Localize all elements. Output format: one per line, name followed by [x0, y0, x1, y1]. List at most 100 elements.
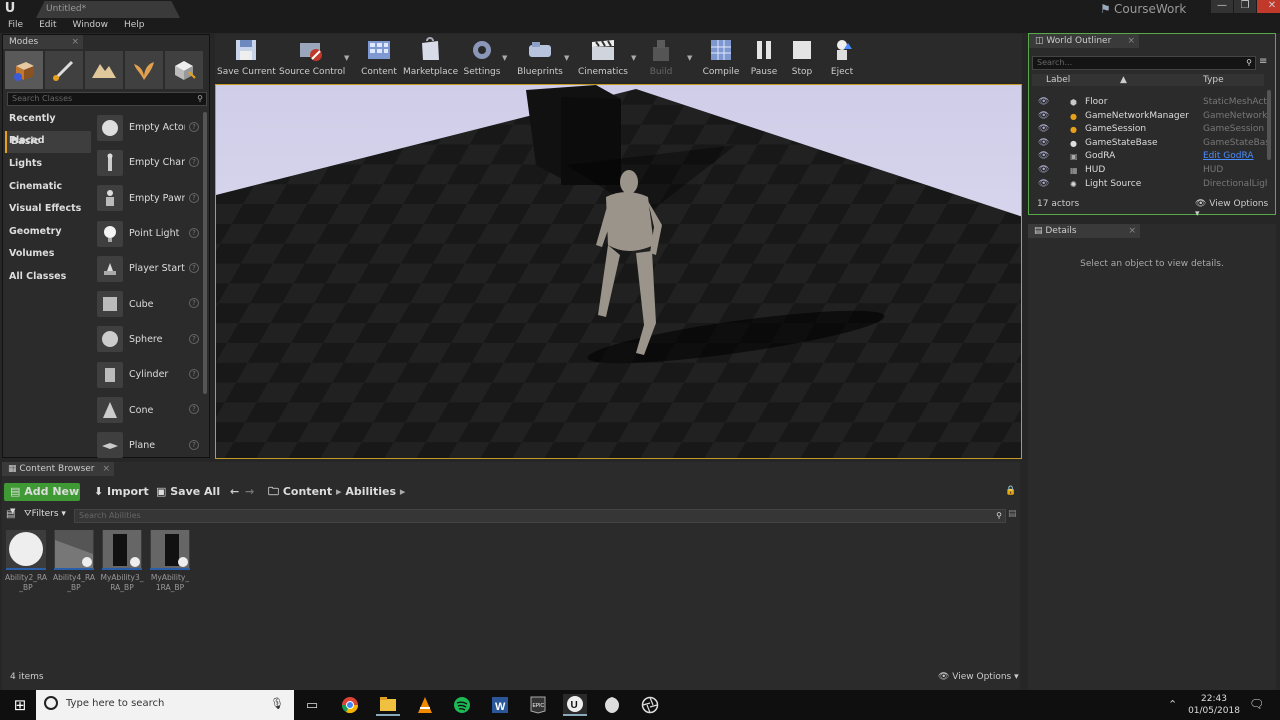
- eye-icon[interactable]: 👁: [1038, 178, 1049, 192]
- pause-button[interactable]: Pause: [747, 36, 781, 80]
- category-lights[interactable]: Lights: [5, 153, 91, 176]
- foliage-mode-icon[interactable]: [125, 51, 163, 89]
- blueprints-button[interactable]: Blueprints: [517, 36, 563, 80]
- filter-icon[interactable]: ≡: [1259, 56, 1267, 67]
- eye-icon[interactable]: 👁: [1038, 123, 1049, 137]
- label-column-header[interactable]: Label: [1046, 74, 1070, 86]
- landscape-mode-icon[interactable]: [85, 51, 123, 89]
- asset-tile[interactable]: MyAbility3_ RA_BP: [100, 530, 144, 592]
- minimize-button[interactable]: —: [1211, 0, 1233, 13]
- help-icon[interactable]: ?: [189, 333, 199, 344]
- breadcrumb-abilities[interactable]: Abilities: [345, 485, 396, 498]
- app-shield-icon[interactable]: [600, 694, 624, 716]
- breadcrumb-content[interactable]: Content: [283, 485, 332, 498]
- place-item-empty-character[interactable]: Empty Chara?: [95, 145, 199, 180]
- category-visual-effects[interactable]: Visual Effects: [5, 198, 91, 221]
- help-icon[interactable]: ?: [189, 227, 199, 238]
- build-button[interactable]: Build: [643, 36, 679, 80]
- maximize-button[interactable]: ❐: [1234, 0, 1256, 13]
- spotify-icon[interactable]: [450, 694, 474, 716]
- paint-mode-icon[interactable]: [45, 51, 83, 89]
- modes-tab[interactable]: Modes ×: [3, 35, 83, 49]
- source-control-button[interactable]: Source Control: [279, 36, 345, 80]
- help-icon[interactable]: ?: [189, 369, 199, 380]
- category-volumes[interactable]: Volumes: [5, 243, 91, 266]
- save-all-button[interactable]: ▣ Save All: [156, 483, 220, 501]
- asset-tile[interactable]: Ability2_RA _BP: [4, 530, 48, 592]
- close-icon[interactable]: ×: [1128, 224, 1140, 238]
- epic-games-icon[interactable]: EPIC: [526, 694, 550, 716]
- category-all-classes[interactable]: All Classes: [5, 266, 91, 289]
- outliner-scrollbar[interactable]: [1267, 90, 1271, 160]
- category-cinematic[interactable]: Cinematic: [5, 176, 91, 199]
- help-icon[interactable]: ?: [189, 122, 199, 132]
- place-item-cylinder[interactable]: Cylinder?: [95, 357, 199, 392]
- place-item-sphere[interactable]: Sphere?: [95, 322, 199, 357]
- content-browser-tab[interactable]: ▦ Content Browser ×: [2, 462, 114, 476]
- asset-tile[interactable]: Ability4_RA _BP: [52, 530, 96, 592]
- outliner-view-options[interactable]: 👁 View Options ▾: [1195, 199, 1275, 219]
- cinematics-dropdown-icon[interactable]: ▼: [631, 54, 636, 62]
- microphone-icon[interactable]: 🎙: [270, 697, 284, 710]
- app-aperture-icon[interactable]: [638, 694, 662, 716]
- eye-icon[interactable]: 👁: [1038, 150, 1049, 164]
- outliner-row-gamesession[interactable]: 👁 ● GameSession GameSession: [1032, 123, 1264, 137]
- menu-help[interactable]: Help: [116, 18, 153, 33]
- cinematics-button[interactable]: Cinematics: [577, 36, 629, 80]
- place-item-point-light[interactable]: Point Light?: [95, 216, 199, 251]
- menu-edit[interactable]: Edit: [31, 18, 64, 33]
- close-button[interactable]: ✕: [1257, 0, 1280, 13]
- category-basic[interactable]: Basic: [5, 130, 91, 153]
- tray-chevron-icon[interactable]: ⌃: [1168, 698, 1177, 711]
- close-icon[interactable]: ×: [1127, 34, 1139, 48]
- blueprints-dropdown-icon[interactable]: ▼: [564, 54, 569, 62]
- class-search-input[interactable]: Search Classes ⚲: [7, 92, 207, 106]
- type-column-header[interactable]: Type: [1203, 74, 1224, 86]
- help-icon[interactable]: ?: [189, 263, 199, 274]
- place-item-player-start[interactable]: Player Start?: [95, 251, 199, 286]
- taskbar-search-input[interactable]: Type here to search 🎙: [36, 690, 294, 720]
- help-icon[interactable]: ?: [189, 157, 199, 168]
- category-recently-placed[interactable]: Recently Placed: [5, 108, 91, 146]
- source-control-dropdown-icon[interactable]: ▼: [344, 54, 349, 62]
- dock-icon[interactable]: ▤: [1008, 509, 1017, 519]
- unreal-logo-icon[interactable]: U: [2, 1, 18, 17]
- settings-button[interactable]: Settings: [463, 36, 501, 80]
- help-icon[interactable]: ?: [189, 192, 199, 203]
- stop-button[interactable]: Stop: [787, 36, 817, 80]
- place-item-empty-pawn[interactable]: Empty Pawn?: [95, 181, 199, 216]
- compile-button[interactable]: Compile: [701, 36, 741, 80]
- place-item-plane[interactable]: Plane?: [95, 428, 199, 463]
- place-item-cone[interactable]: Cone?: [95, 392, 199, 427]
- build-dropdown-icon[interactable]: ▼: [687, 54, 692, 62]
- content-view-options[interactable]: 👁 View Options ▾: [938, 672, 1019, 682]
- windows-start-icon[interactable]: ⊞: [8, 694, 32, 716]
- word-icon[interactable]: W: [488, 694, 512, 716]
- outliner-row-gamestatebase[interactable]: 👁 ● GameStateBase GameStateBase: [1032, 137, 1267, 151]
- place-item-cube[interactable]: Cube?: [95, 286, 199, 321]
- level-viewport[interactable]: [215, 84, 1022, 459]
- outliner-row-gamenetworkmanager[interactable]: 👁 ● GameNetworkManager GameNetworkM: [1032, 110, 1267, 124]
- outliner-row-light-source[interactable]: 👁 ✺ Light Source DirectionalLigh: [1032, 178, 1267, 192]
- level-tab[interactable]: Untitled*: [36, 1, 180, 18]
- viewport-scene[interactable]: [216, 85, 1022, 459]
- menu-file[interactable]: File: [0, 18, 31, 33]
- save-current-button[interactable]: Save Current: [217, 36, 276, 80]
- help-icon[interactable]: ?: [189, 439, 199, 450]
- taskbar-clock[interactable]: 22:43 01/05/2018: [1188, 693, 1240, 717]
- task-view-icon[interactable]: ▭: [300, 694, 324, 716]
- outliner-row-godra[interactable]: 👁 ▣ GodRA Edit GodRA: [1032, 150, 1264, 164]
- notifications-icon[interactable]: 🗨: [1249, 697, 1264, 711]
- eye-icon[interactable]: 👁: [1038, 110, 1049, 124]
- content-button[interactable]: Content: [359, 36, 399, 80]
- close-icon[interactable]: ×: [102, 462, 114, 476]
- forward-button[interactable]: →: [245, 483, 254, 501]
- filters-button[interactable]: ⛛Filters ▾: [24, 509, 66, 519]
- settings-dropdown-icon[interactable]: ▼: [502, 54, 507, 62]
- lock-icon[interactable]: 🔒: [1005, 486, 1016, 496]
- eye-icon[interactable]: 👁: [1038, 164, 1049, 178]
- place-mode-icon[interactable]: [5, 51, 43, 89]
- help-icon[interactable]: ?: [189, 404, 199, 415]
- file-explorer-icon[interactable]: [376, 694, 400, 716]
- eye-icon[interactable]: 👁: [1038, 96, 1049, 110]
